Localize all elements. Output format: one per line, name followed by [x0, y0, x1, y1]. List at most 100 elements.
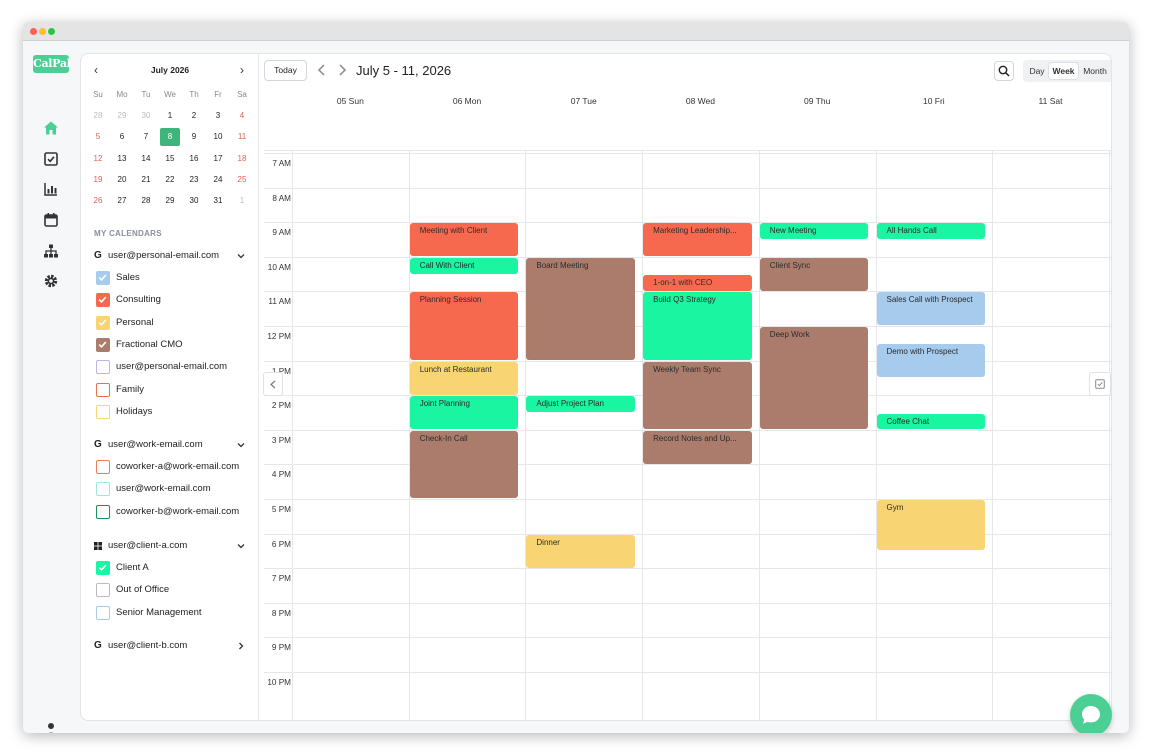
today-button[interactable]: Today — [264, 60, 307, 81]
mini-day[interactable]: 5 — [86, 128, 110, 146]
day-header[interactable]: 10 Fri — [876, 96, 993, 106]
collapse-sidebar-button[interactable] — [263, 372, 283, 396]
tasks-icon[interactable] — [43, 151, 59, 167]
mini-day[interactable]: 28 — [134, 192, 158, 210]
calendar-account-header[interactable]: Guser@work-email.com — [94, 437, 246, 453]
mini-day[interactable]: 29 — [158, 192, 182, 210]
day-header[interactable]: 08 Wed — [642, 96, 759, 106]
window-minimize-button[interactable] — [39, 28, 46, 35]
view-month-button[interactable]: Month — [1079, 63, 1111, 79]
calendar-event[interactable]: Call With Client — [409, 257, 519, 274]
calendar-toggle-item[interactable]: coworker-a@work-email.com — [96, 459, 246, 475]
day-header[interactable]: 06 Mon — [409, 96, 526, 106]
calendar-event[interactable]: Record Notes and Up... — [643, 430, 752, 464]
analytics-icon[interactable] — [43, 181, 59, 197]
next-week-button[interactable] — [335, 62, 349, 78]
calendar-event[interactable]: Gym — [876, 500, 986, 551]
view-week-button[interactable]: Week — [1049, 63, 1078, 79]
calendar-checkbox-checked[interactable] — [96, 315, 110, 330]
day-header[interactable]: 09 Thu — [759, 96, 876, 106]
mini-day[interactable]: 11 — [230, 128, 254, 146]
calendar-account-header[interactable]: user@client-a.com — [94, 538, 246, 554]
calendar-event[interactable]: Dinner — [526, 534, 636, 568]
calendar-checkbox-checked[interactable] — [96, 561, 110, 575]
calendar-toggle-item[interactable]: Family — [96, 382, 246, 398]
calendar-toggle-item[interactable]: Personal — [96, 315, 246, 331]
mini-day[interactable]: 27 — [110, 192, 134, 210]
mini-day[interactable]: 8 — [160, 128, 180, 147]
calendar-event[interactable]: 1-on-1 with CEO — [643, 275, 752, 291]
chat-support-button[interactable] — [1070, 694, 1112, 733]
mini-day[interactable]: 21 — [134, 171, 158, 189]
mini-day[interactable]: 4 — [230, 107, 254, 125]
mini-day[interactable]: 17 — [206, 150, 230, 168]
mini-day[interactable]: 30 — [182, 192, 206, 210]
mini-day[interactable]: 28 — [86, 107, 110, 125]
calendar-toggle-item[interactable]: user@personal-email.com — [96, 359, 246, 375]
calpal-logo[interactable]: CalPal — [33, 55, 71, 73]
calendar-toggle-item[interactable]: Out of Office — [96, 582, 246, 598]
day-header[interactable]: 07 Tue — [525, 96, 642, 106]
mini-day[interactable]: 25 — [230, 171, 254, 189]
user-profile-icon[interactable] — [43, 721, 59, 733]
calendar-event[interactable]: Lunch at Restaurant — [409, 361, 519, 395]
calendar-event[interactable]: Sales Call with Prospect — [876, 292, 986, 326]
chevron-right-icon[interactable] — [236, 638, 246, 654]
calendar-account-header[interactable]: Guser@personal-email.com — [94, 248, 246, 264]
calendar-event[interactable]: Board Meeting — [526, 257, 636, 361]
calendar-checkbox-checked[interactable] — [96, 337, 110, 352]
mini-day[interactable]: 7 — [134, 128, 158, 146]
calendar-checkbox[interactable] — [96, 404, 110, 419]
mini-day[interactable]: 24 — [206, 171, 230, 189]
calendar-icon[interactable] — [43, 212, 59, 228]
mini-day[interactable]: 14 — [134, 150, 158, 168]
mini-day[interactable]: 2 — [182, 107, 206, 125]
calendar-checkbox-checked[interactable] — [96, 271, 110, 285]
calendar-toggle-item[interactable]: Fractional CMO — [96, 337, 246, 353]
day-header[interactable]: 11 Sat — [992, 96, 1109, 106]
mini-day[interactable]: 12 — [86, 150, 110, 168]
mini-day[interactable]: 29 — [110, 107, 134, 125]
mini-next-month-button[interactable]: › — [234, 62, 250, 78]
calendar-toggle-item[interactable]: coworker-b@work-email.com — [96, 504, 246, 520]
calendar-checkbox-checked[interactable] — [96, 293, 110, 308]
mini-day[interactable]: 22 — [158, 171, 182, 189]
mini-day[interactable]: 18 — [230, 150, 254, 168]
view-day-button[interactable]: Day — [1026, 63, 1048, 79]
day-header[interactable]: 05 Sun — [292, 96, 409, 106]
calendar-checkbox[interactable] — [96, 504, 110, 519]
settings-gear-icon[interactable] — [43, 273, 59, 289]
calendar-event[interactable]: Planning Session — [409, 292, 519, 361]
calendar-checkbox[interactable] — [96, 382, 110, 397]
mini-day[interactable]: 1 — [158, 107, 182, 125]
calendar-checkbox[interactable] — [96, 360, 110, 375]
calendar-toggle-item[interactable]: Senior Management — [96, 605, 246, 621]
mini-day[interactable]: 19 — [86, 171, 110, 189]
calendar-event[interactable]: Marketing Leadership... — [643, 223, 752, 257]
calendar-event[interactable]: Meeting with Client — [409, 223, 519, 257]
prev-week-button[interactable] — [315, 62, 329, 78]
calendar-toggle-item[interactable]: Client A — [96, 560, 246, 576]
mini-day[interactable]: 6 — [110, 128, 134, 146]
calendar-toggle-item[interactable]: Consulting — [96, 292, 246, 308]
open-tasks-button[interactable] — [1089, 372, 1111, 396]
calendar-event[interactable]: New Meeting — [759, 223, 869, 239]
mini-day[interactable]: 1 — [230, 192, 254, 210]
mini-day[interactable]: 10 — [206, 128, 230, 146]
mini-day[interactable]: 23 — [182, 171, 206, 189]
org-chart-icon[interactable] — [43, 243, 59, 259]
calendar-event[interactable]: Demo with Prospect — [876, 344, 986, 378]
calendar-event[interactable]: Adjust Project Plan — [526, 396, 636, 412]
mini-day[interactable]: 13 — [110, 150, 134, 168]
mini-day[interactable]: 3 — [206, 107, 230, 125]
calendar-event[interactable]: All Hands Call — [876, 223, 986, 239]
calendar-event[interactable]: Weekly Team Sync — [643, 361, 752, 430]
calendar-toggle-item[interactable]: Holidays — [96, 404, 246, 420]
calendar-checkbox[interactable] — [96, 482, 110, 497]
window-close-button[interactable] — [30, 28, 37, 35]
calendar-event[interactable]: Joint Planning — [409, 396, 519, 430]
window-maximize-button[interactable] — [48, 28, 55, 35]
calendar-checkbox[interactable] — [96, 583, 110, 598]
mini-day[interactable]: 9 — [182, 128, 206, 146]
mini-day[interactable]: 16 — [182, 150, 206, 168]
